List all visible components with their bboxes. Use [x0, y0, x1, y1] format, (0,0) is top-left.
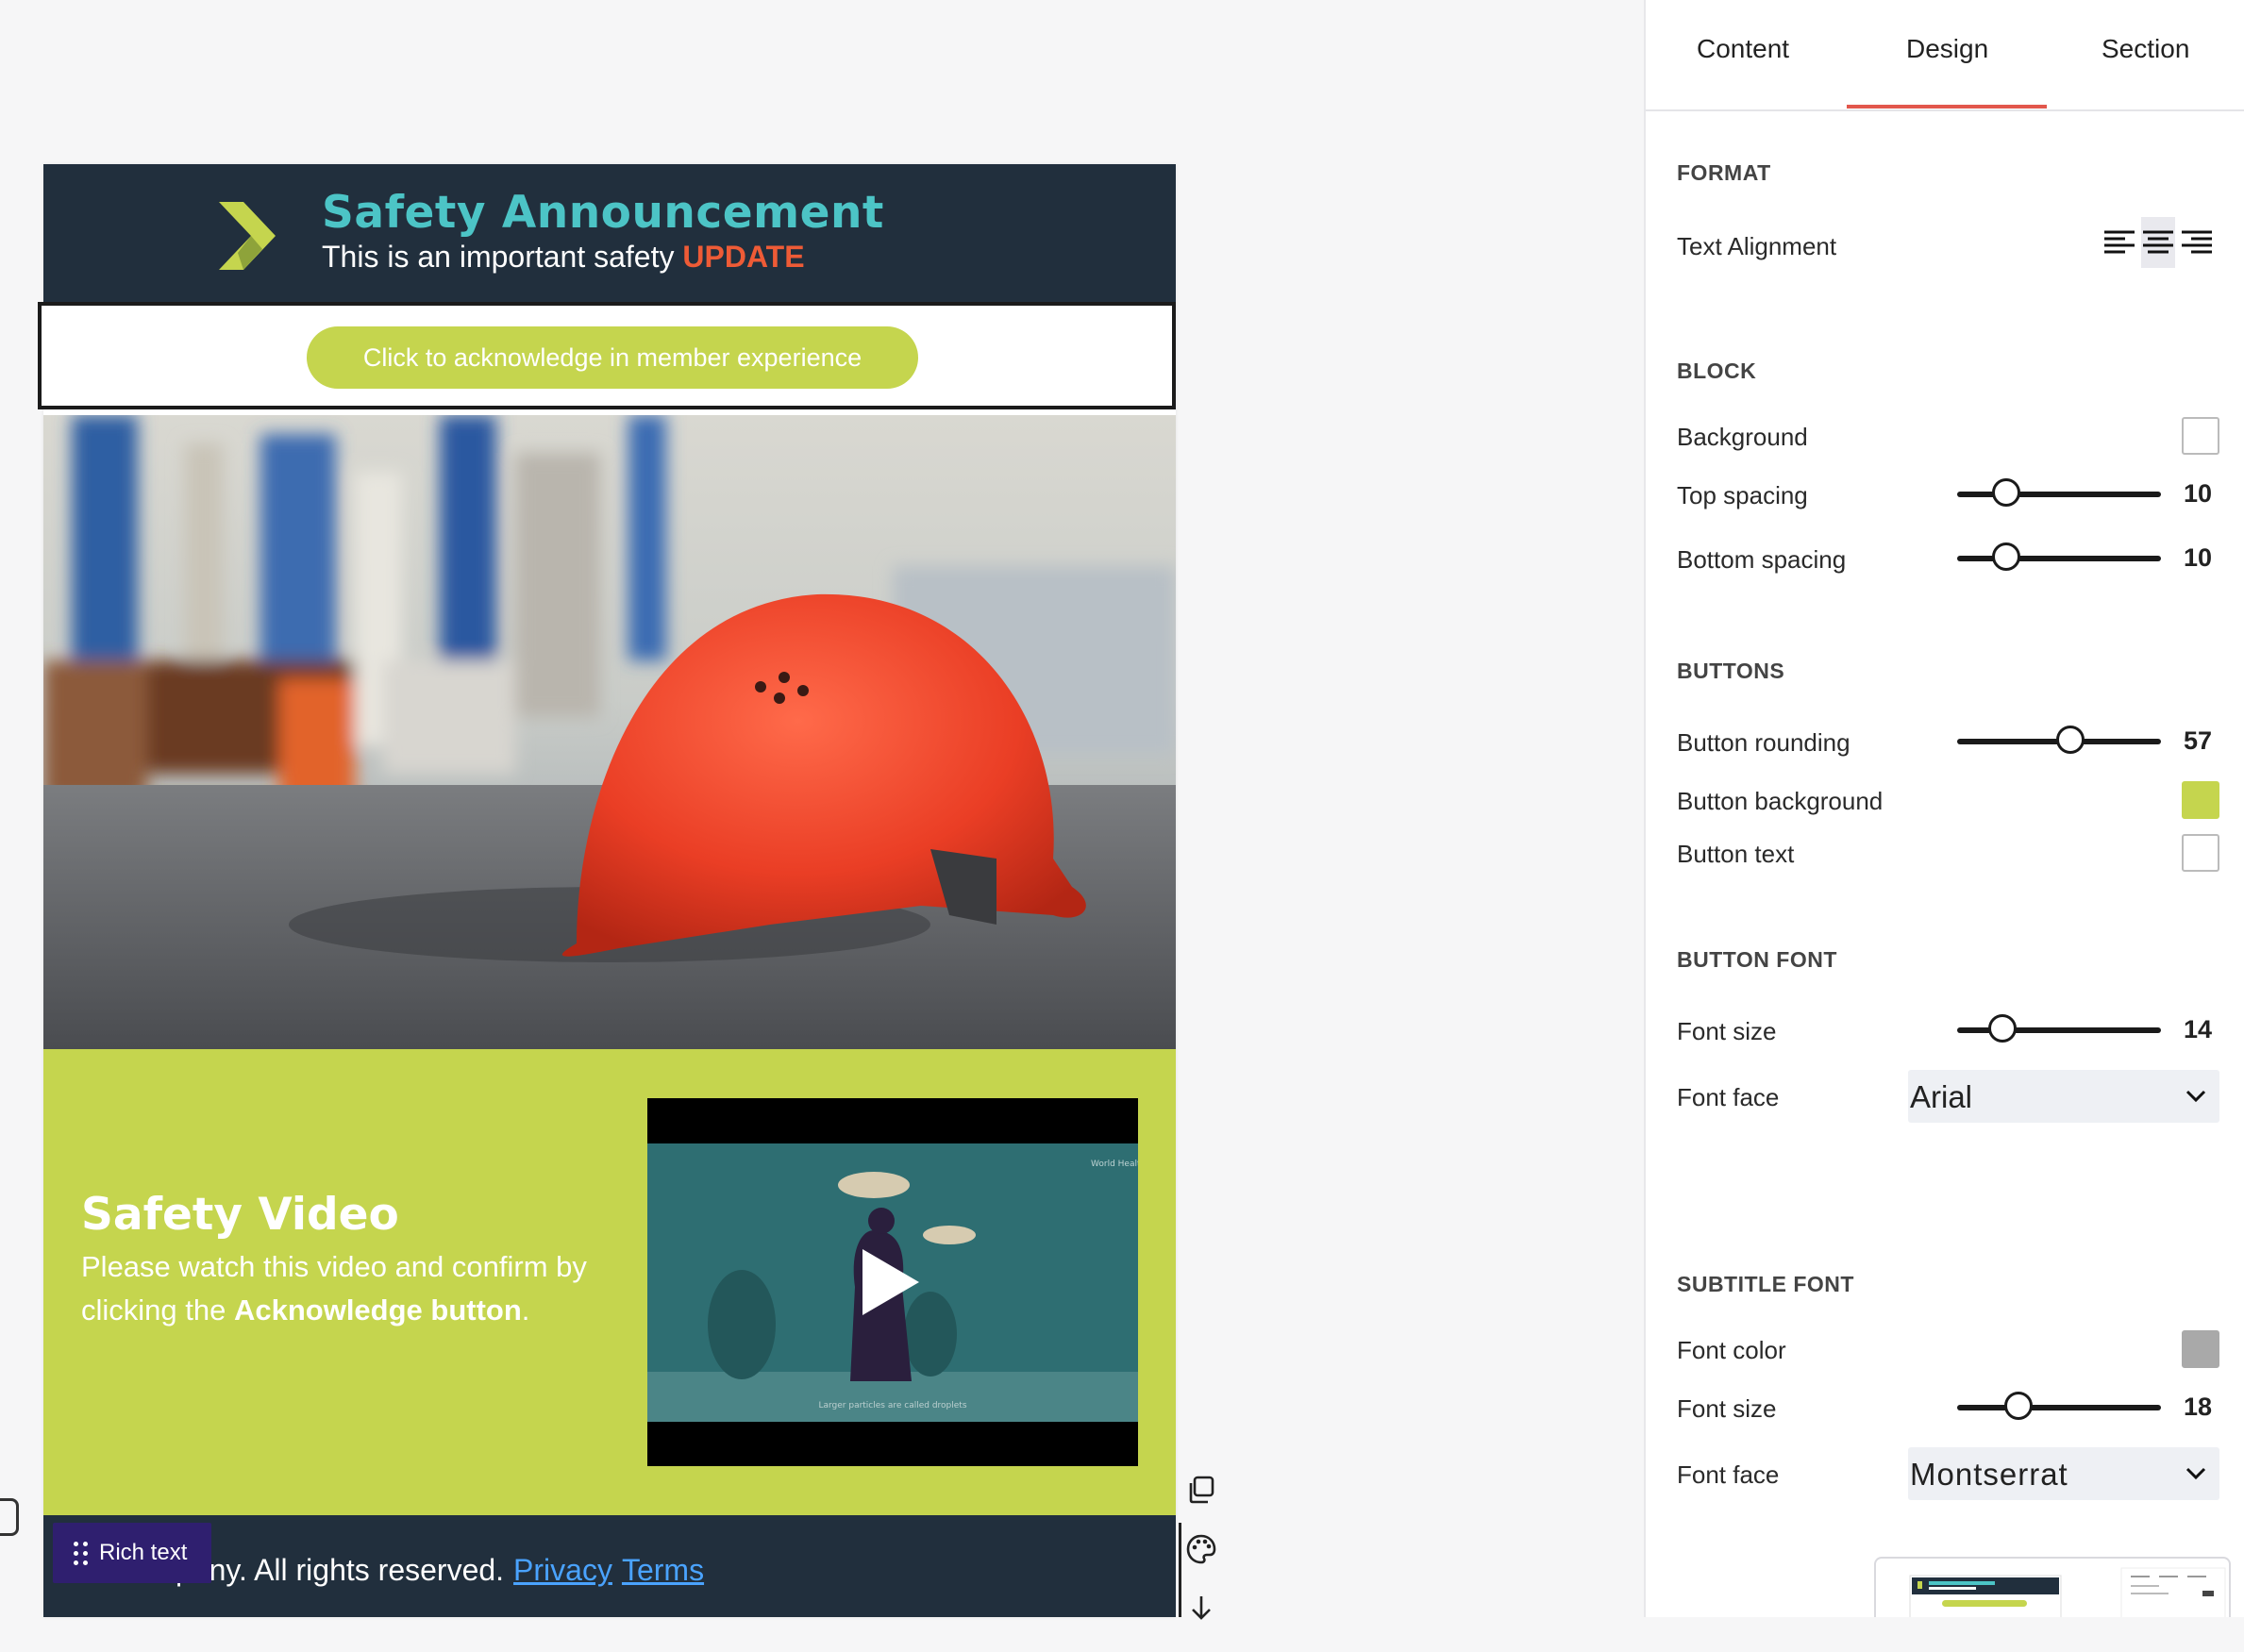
logo-chevron-icon — [219, 202, 276, 270]
move-down-icon[interactable] — [1185, 1593, 1217, 1625]
video-player[interactable]: World Health Organization Larger particl… — [647, 1098, 1138, 1466]
background-label: Background — [1677, 423, 1808, 451]
bottom-spacing-value: 10 — [2183, 543, 2213, 572]
tab-section[interactable]: Section — [2102, 34, 2189, 64]
rich-text-label: Rich text — [99, 1540, 188, 1565]
chevron-down-icon — [2185, 1467, 2206, 1480]
button-font-face-value: Arial — [1910, 1079, 1973, 1114]
top-spacing-label: Top spacing — [1677, 481, 1808, 509]
button-font-size-label: Font size — [1677, 1017, 1777, 1045]
button-background-swatch[interactable] — [2182, 781, 2219, 819]
header-subtitle-highlight: UPDATE — [682, 240, 805, 274]
edit-guide-line — [1179, 1523, 1181, 1617]
video-description-end: . — [521, 1293, 530, 1327]
video-title[interactable]: Safety Video — [81, 1189, 399, 1241]
format-heading: FORMAT — [1677, 160, 1771, 185]
bottom-spacing-slider[interactable] — [1957, 542, 2161, 571]
email-canvas: Safety Announcement This is an important… — [0, 0, 1644, 1620]
video-thumbnail: World Health Organization Larger particl… — [647, 1143, 1138, 1422]
design-panel: Content Design Section FORMAT Text Align… — [1644, 0, 2244, 1617]
palette-icon[interactable] — [1185, 1533, 1217, 1565]
selected-button-block[interactable]: Click to acknowledge in member experienc… — [38, 302, 1176, 409]
collapse-handle-icon[interactable] — [0, 1498, 19, 1536]
privacy-link[interactable]: Privacy — [513, 1553, 612, 1587]
video-description-bold: Acknowledge button — [233, 1293, 522, 1327]
button-font-size-value: 14 — [2183, 1015, 2213, 1043]
terms-link[interactable]: Terms — [622, 1553, 704, 1587]
preview-thumbnail[interactable] — [1874, 1557, 2231, 1617]
subtitle-font-color-swatch[interactable] — [2182, 1330, 2219, 1368]
header-subtitle-text: This is an important safety — [322, 240, 683, 274]
bottom-spacing-label: Bottom spacing — [1677, 545, 1847, 574]
subtitle-font-size-slider[interactable] — [1957, 1392, 2161, 1420]
block-toolbar — [1185, 1474, 1217, 1652]
preview-minimap-icon — [1909, 1567, 2226, 1617]
email-footer[interactable]: © Company. All rights reserved. Privacy Te… — [43, 1515, 1176, 1617]
button-background-label: Button background — [1677, 787, 1884, 815]
background-color-swatch[interactable] — [2182, 417, 2219, 455]
button-rounding-knob[interactable] — [2056, 726, 2085, 754]
hard-hat-photo — [43, 415, 1176, 1049]
subtitle-font-heading: SUBTITLE FONT — [1677, 1272, 1854, 1296]
tab-design[interactable]: Design — [1906, 34, 1988, 64]
align-right-icon[interactable] — [2180, 217, 2214, 268]
video-caption: Larger particles are called droplets — [818, 1401, 966, 1410]
header-subtitle[interactable]: This is an important safety UPDATE — [322, 240, 805, 275]
text-alignment-label: Text Alignment — [1677, 232, 1837, 260]
video-watermark: World Health Organization — [1091, 1160, 1138, 1169]
subtitle-font-size-value: 18 — [2183, 1393, 2213, 1421]
top-spacing-slider[interactable] — [1957, 478, 2161, 507]
button-rounding-label: Button rounding — [1677, 728, 1850, 757]
top-spacing-knob[interactable] — [1992, 478, 2020, 507]
header-title[interactable]: Safety Announcement — [322, 187, 884, 239]
hero-image[interactable] — [43, 415, 1176, 1049]
panel-tabs: Content Design Section — [1646, 0, 2244, 111]
duplicate-icon[interactable] — [1185, 1474, 1217, 1506]
video-description[interactable]: Please watch this video and confirm by c… — [81, 1245, 610, 1332]
subtitle-font-size-knob[interactable] — [2004, 1392, 2033, 1420]
button-rounding-value: 57 — [2183, 726, 2213, 755]
align-left-icon[interactable] — [2102, 217, 2136, 268]
chevron-down-icon — [2185, 1090, 2206, 1103]
align-center-icon[interactable] — [2141, 217, 2175, 268]
button-text-label: Button text — [1677, 840, 1795, 868]
bottom-spacing-knob[interactable] — [1992, 542, 2020, 571]
subtitle-font-face-select[interactable]: Montserrat — [1908, 1447, 2219, 1500]
acknowledge-button[interactable]: Click to acknowledge in member experienc… — [307, 326, 918, 389]
button-font-size-knob[interactable] — [1988, 1014, 2017, 1043]
button-rounding-slider[interactable] — [1957, 726, 2161, 754]
tab-content[interactable]: Content — [1697, 34, 1789, 64]
button-font-heading: BUTTON FONT — [1677, 947, 1837, 972]
rich-text-chip[interactable]: Rich text — [53, 1523, 211, 1583]
drag-handle-icon[interactable] — [74, 1541, 88, 1565]
active-tab-indicator — [1847, 105, 2047, 108]
button-font-face-label: Font face — [1677, 1083, 1780, 1111]
subtitle-font-face-value: Montserrat — [1910, 1457, 2068, 1492]
button-text-swatch[interactable] — [2182, 834, 2219, 872]
buttons-heading: BUTTONS — [1677, 659, 1785, 683]
button-font-size-slider[interactable] — [1957, 1014, 2161, 1043]
video-section[interactable]: Safety Video Please watch this video and… — [43, 1049, 1176, 1515]
block-heading: BLOCK — [1677, 359, 1757, 383]
subtitle-font-color-label: Font color — [1677, 1336, 1786, 1364]
subtitle-font-face-label: Font face — [1677, 1460, 1780, 1489]
email-header[interactable]: Safety Announcement This is an important… — [43, 164, 1176, 302]
subtitle-font-size-label: Font size — [1677, 1394, 1777, 1423]
button-font-face-select[interactable]: Arial — [1908, 1070, 2219, 1123]
top-spacing-value: 10 — [2183, 479, 2213, 508]
